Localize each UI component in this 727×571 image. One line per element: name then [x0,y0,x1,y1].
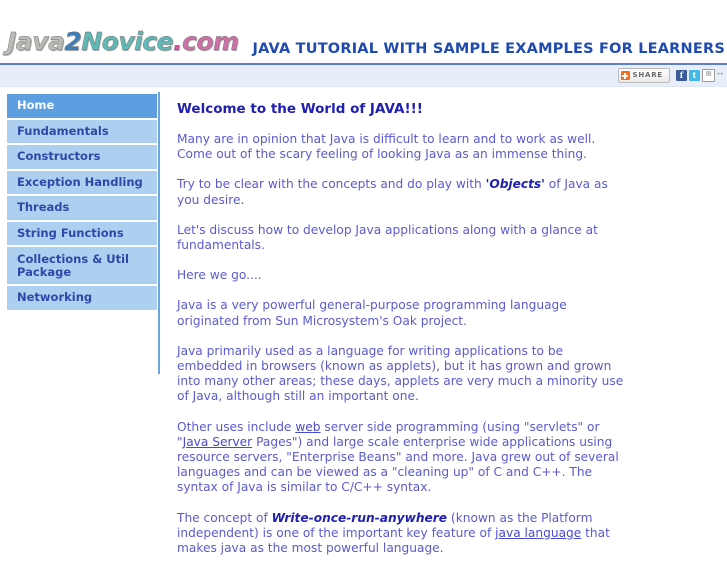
logo-text-two: 2 [64,27,82,56]
content-heading: Welcome to the World of JAVA!!! [177,101,423,117]
paragraph-applets: Java primarily used as a language for wr… [177,343,624,404]
p8-emphasis-woRA: Write-once-run-anywhere [271,510,448,525]
sidebar-item-string-functions[interactable]: String Functions [7,221,157,247]
paragraph-intro: Many are in opinion that Java is difficu… [177,132,596,162]
link-web[interactable]: web [295,420,320,434]
page-body: Home Fundamentals Constructors Exception… [0,87,727,555]
logo-text-java: Java [7,27,65,56]
paragraph-other-uses: Other uses include web server side progr… [177,420,632,496]
sidebar-item-home[interactable]: Home [7,94,157,120]
sidebar-item-fundamentals[interactable]: Fundamentals [7,119,157,145]
facebook-icon[interactable]: f [676,70,687,81]
logo-text-dot: . [173,27,183,56]
page-title: JAVA TUTORIAL WITH SAMPLE EXAMPLES FOR L… [252,41,725,57]
link-java-server[interactable]: Java Server [183,435,253,449]
paragraph-write-once-run-anywhere: The concept of Write-once-run-anywhere (… [177,511,632,557]
p2-text-before: Try to be clear with the concepts and do… [177,177,486,192]
share-icon-group: f t ✉ ·· [676,68,723,83]
share-button[interactable]: SHARE [617,68,670,83]
share-bar: SHARE f t ✉ ·· [0,65,727,87]
site-header: Java2Novice.com JAVA TUTORIAL WITH SAMPL… [0,0,727,65]
logo-text-com: com [182,27,239,56]
paragraph-objects: Try to be clear with the concepts and do… [177,177,632,207]
share-widget[interactable]: SHARE f t ✉ ·· [617,68,723,83]
sidebar-item-exception-handling[interactable]: Exception Handling [7,170,157,196]
logo-text-novice: Novice [81,27,174,56]
sidebar-divider [158,92,160,374]
plus-icon [620,71,630,80]
site-logo[interactable]: Java2Novice.com [7,27,239,56]
share-button-label: SHARE [632,71,663,79]
p7-text-a: Other uses include [177,419,296,434]
paragraph-powerful-language: Java is a very powerful general-purpose … [177,298,567,328]
email-icon[interactable]: ✉ [702,69,715,82]
p2-emphasis-objects: 'Objects' [485,177,545,192]
sidebar-item-threads[interactable]: Threads [7,196,157,222]
link-java-language[interactable]: java language [495,526,581,540]
sidebar-navigation: Home Fundamentals Constructors Exception… [7,94,157,312]
p8-text-a: The concept of [177,510,272,525]
sidebar-item-networking[interactable]: Networking [7,286,157,312]
sidebar-item-collections-util-package[interactable]: Collections & Util Package [7,247,157,286]
more-icon[interactable]: ·· [717,70,723,81]
paragraph-discuss: Let's discuss how to develop Java applic… [177,222,598,253]
main-content: Welcome to the World of JAVA!!! Many are… [177,101,632,571]
paragraph-here-we-go: Here we go.... [177,268,262,283]
sidebar-item-constructors[interactable]: Constructors [7,145,157,171]
twitter-icon[interactable]: t [689,70,700,81]
